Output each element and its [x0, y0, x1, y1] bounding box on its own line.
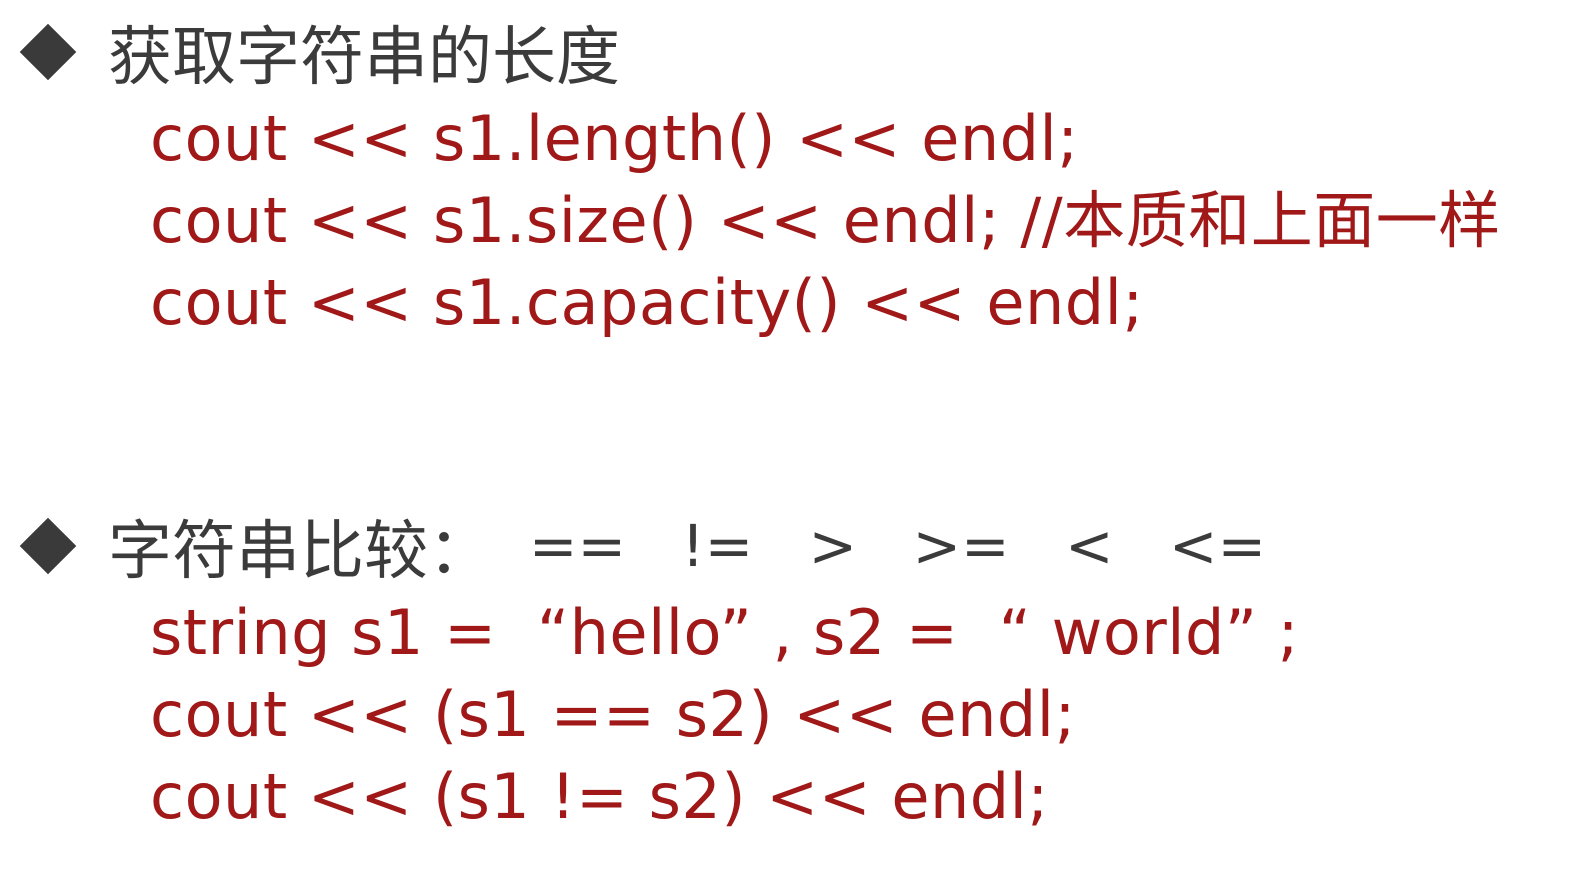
section2-code-line-1: string s1 = “hello” , s2 = “ world” ;: [150, 596, 1300, 669]
section1-bullet-row: 获取字符串的长度: [18, 12, 620, 95]
section1-code-line-2: cout << s1.size() << endl; //本质和上面一样: [150, 184, 1501, 257]
diamond-bullet-icon: [19, 23, 77, 81]
slide: 获取字符串的长度 cout << s1.length() << endl; co…: [0, 0, 1593, 892]
section2-code-line-3: cout << (s1 != s2) << endl;: [150, 760, 1049, 833]
comparison-operators: == != > >= < <=: [492, 512, 1267, 580]
section1-heading: 获取字符串的长度: [108, 21, 620, 95]
section1-code-line-3: cout << s1.capacity() << endl;: [150, 266, 1144, 339]
diamond-bullet-icon: [19, 517, 77, 575]
section2-code-line-2: cout << (s1 == s2) << endl;: [150, 678, 1076, 751]
section2-bullet-row: 字符串比较： == != > >= < <=: [18, 506, 1267, 589]
section2-heading: 字符串比较：: [108, 515, 492, 589]
section1-code-line-1: cout << s1.length() << endl;: [150, 102, 1079, 175]
